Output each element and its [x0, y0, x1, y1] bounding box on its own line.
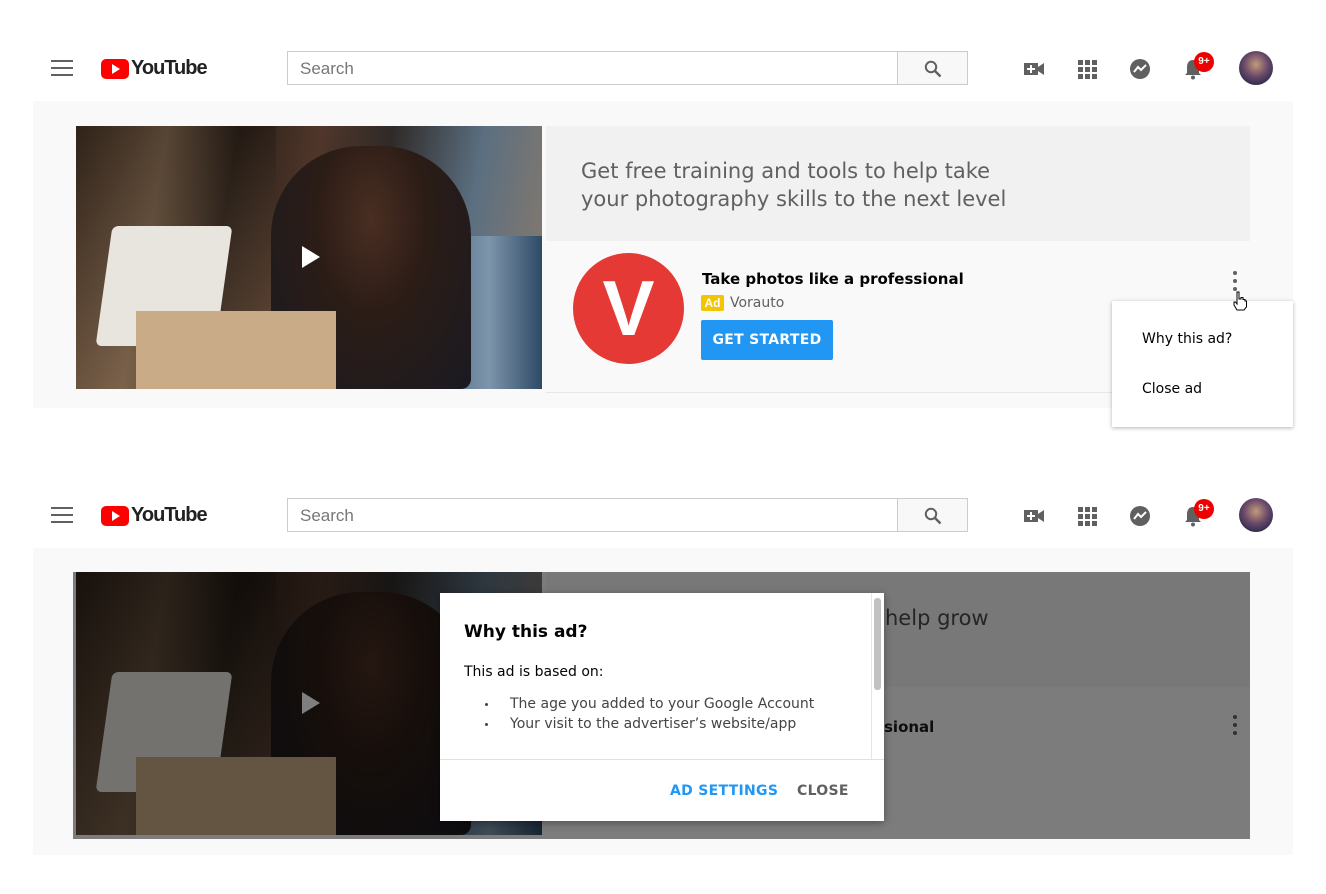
reason-item: Your visit to the advertiser’s website/a…: [510, 716, 797, 732]
avatar[interactable]: [1239, 51, 1273, 85]
panel-why-this-ad-dialog: YouTube Search 9+ help grow sional Why t…: [33, 482, 1293, 855]
ad-badge: Ad: [701, 295, 724, 311]
more-options-icon[interactable]: [1231, 271, 1239, 293]
ad-card: help grow sional Why this ad? This ad is…: [33, 548, 1293, 855]
search-icon: [924, 60, 942, 78]
advertiser-logo[interactable]: V: [573, 253, 684, 364]
ad-options-menu: Why this ad? Close ad: [1112, 301, 1293, 427]
ad-video-thumbnail[interactable]: [76, 126, 542, 389]
youtube-play-icon: [101, 505, 129, 526]
bullet-icon: [485, 703, 488, 706]
menu-icon[interactable]: [51, 60, 73, 76]
search-button[interactable]: [897, 51, 968, 85]
logo-text: YouTube: [131, 57, 208, 79]
why-this-ad-dialog: Why this ad? This ad is based on: The ag…: [440, 593, 884, 821]
panel-ad-menu: YouTube Search 9+ Get free training and …: [33, 35, 1293, 427]
create-video-icon[interactable]: [1023, 505, 1045, 527]
ad-card: Get free training and tools to help take…: [33, 101, 1293, 427]
menu-item-close-ad[interactable]: Close ad: [1142, 381, 1202, 397]
search-button[interactable]: [897, 498, 968, 532]
avatar[interactable]: [1239, 498, 1273, 532]
youtube-play-icon: [101, 58, 129, 79]
apps-grid-icon[interactable]: [1076, 58, 1098, 80]
search-input[interactable]: Search: [287, 51, 898, 85]
messages-icon[interactable]: [1129, 505, 1151, 527]
dialog-title: Why this ad?: [464, 622, 588, 642]
menu-icon[interactable]: [51, 507, 73, 523]
advertiser-name: Vorauto: [730, 295, 785, 311]
search-icon: [924, 507, 942, 525]
notification-badge: 9+: [1194, 52, 1214, 72]
close-button[interactable]: CLOSE: [797, 783, 849, 799]
play-icon[interactable]: [300, 246, 320, 268]
notification-badge: 9+: [1194, 499, 1214, 519]
masthead: YouTube Search 9+: [33, 482, 1293, 548]
logo-text: YouTube: [131, 504, 208, 526]
ad-settings-button[interactable]: AD SETTINGS: [670, 783, 778, 799]
search-input[interactable]: Search: [287, 498, 898, 532]
hand-cursor-icon: [1233, 291, 1247, 311]
bullet-icon: [485, 723, 488, 726]
create-video-icon[interactable]: [1023, 58, 1045, 80]
dialog-divider: [440, 759, 884, 760]
youtube-logo[interactable]: YouTube: [101, 504, 208, 527]
dialog-scrollbar-thumb[interactable]: [874, 598, 881, 690]
reason-item: The age you added to your Google Account: [510, 696, 815, 712]
dialog-subtitle: This ad is based on:: [464, 664, 604, 680]
messages-icon[interactable]: [1129, 58, 1151, 80]
menu-item-why-this-ad[interactable]: Why this ad?: [1142, 331, 1232, 347]
apps-grid-icon[interactable]: [1076, 505, 1098, 527]
ad-headline-band: Get free training and tools to help take…: [546, 126, 1250, 241]
ad-title[interactable]: Take photos like a professional: [702, 270, 964, 288]
get-started-button[interactable]: GET STARTED: [701, 320, 833, 360]
masthead: YouTube Search 9+: [33, 35, 1293, 101]
ad-headline: Get free training and tools to help take…: [581, 159, 1007, 211]
youtube-logo[interactable]: YouTube: [101, 57, 208, 80]
